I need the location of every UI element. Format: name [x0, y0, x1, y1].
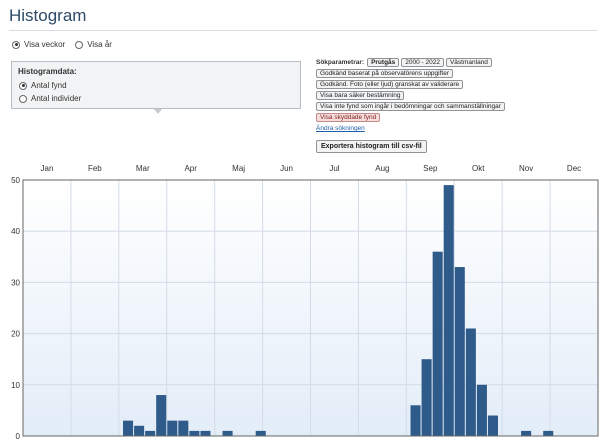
histogram-bar[interactable]: [521, 430, 532, 436]
histogram-bar[interactable]: [167, 420, 178, 436]
radio-show-weeks[interactable]: [12, 40, 20, 49]
chip-approved-photo[interactable]: Godkänd. Foto (eller ljud) granskat av v…: [316, 80, 464, 89]
change-search-link[interactable]: Ändra sökningen: [316, 125, 365, 132]
radio-count-records-label[interactable]: Antal fynd: [31, 81, 67, 90]
histogram-bar[interactable]: [476, 384, 487, 436]
histogram-bar[interactable]: [421, 359, 432, 436]
histogram-bar[interactable]: [410, 405, 421, 436]
option-count-individuals[interactable]: Antal individer: [19, 94, 81, 103]
month-label: Sep: [423, 164, 438, 173]
radio-count-individuals-label[interactable]: Antal individer: [31, 94, 81, 103]
radio-count-records[interactable]: [19, 81, 27, 90]
month-label: Okt: [472, 164, 485, 173]
month-label: Aug: [375, 164, 389, 173]
month-label: Nov: [519, 164, 533, 173]
histogram-bar[interactable]: [134, 425, 145, 436]
histogram-bar[interactable]: [178, 420, 189, 436]
radio-show-years-label[interactable]: Visa år: [87, 40, 112, 49]
search-parameters: Sökparametrar: Prutgås 2000 - 2022 Västm…: [316, 58, 596, 132]
chip-exclude-assessments[interactable]: Visa inte fynd som ingår i bedömningar o…: [316, 102, 505, 111]
histogram-svg: 0 10 20 30 40 50 Jan Feb Mar Apr Maj Jun Jul Aug Sep Ok…: [11, 164, 599, 441]
chip-year-range[interactable]: 2000 - 2022: [401, 58, 444, 67]
title-divider: [9, 30, 597, 31]
y-tick-label: 20: [11, 330, 20, 339]
histogram-bar[interactable]: [123, 420, 134, 436]
histogram-bar[interactable]: [222, 430, 233, 436]
radio-count-individuals[interactable]: [19, 94, 27, 103]
histogram-data-panel: Histogramdata: Antal fynd Antal individe…: [11, 61, 301, 109]
period-selector: Visa veckor Visa år: [12, 40, 118, 49]
y-tick-label: 50: [11, 176, 20, 185]
chip-species[interactable]: Prutgås: [367, 58, 400, 67]
radio-show-weeks-label[interactable]: Visa veckor: [24, 40, 65, 49]
month-label: Maj: [232, 164, 245, 173]
month-label: Jun: [280, 164, 293, 173]
histogram-chart: 0 10 20 30 40 50 Jan Feb Mar Apr Maj Jun Jul Aug Sep Ok…: [0, 158, 603, 444]
chip-certain-id[interactable]: Visa bara säker bestämning: [316, 91, 405, 100]
histogram-data-title: Histogramdata:: [18, 67, 77, 76]
histogram-bar[interactable]: [189, 430, 200, 436]
y-tick-label: 40: [11, 227, 20, 236]
page-title: Histogram: [9, 6, 87, 25]
y-tick-label: 30: [11, 278, 20, 287]
histogram-bar[interactable]: [432, 251, 443, 436]
histogram-bar[interactable]: [454, 267, 465, 436]
option-count-records[interactable]: Antal fynd: [19, 81, 67, 90]
chip-protected-records[interactable]: Visa skyddade fynd: [316, 113, 381, 122]
histogram-bar[interactable]: [487, 415, 498, 436]
month-label: Jul: [329, 164, 339, 173]
chip-approved-observer[interactable]: Godkänd baserat på observatörens uppgift…: [316, 69, 454, 78]
panel-pointer-arrow: [154, 109, 162, 114]
histogram-bar[interactable]: [200, 430, 211, 436]
month-label: Dec: [567, 164, 581, 173]
search-parameters-label: Sökparametrar:: [316, 59, 365, 66]
month-label: Jan: [41, 164, 54, 173]
chip-region[interactable]: Västmanland: [445, 58, 492, 67]
month-label: Feb: [88, 164, 102, 173]
histogram-bar[interactable]: [156, 395, 167, 436]
histogram-bar[interactable]: [145, 430, 156, 436]
month-label: Apr: [184, 164, 197, 173]
histogram-bar[interactable]: [255, 430, 266, 436]
export-csv-button[interactable]: Exportera histogram till csv-fil: [316, 140, 427, 153]
histogram-bar[interactable]: [543, 430, 554, 436]
y-tick-label: 10: [11, 381, 20, 390]
histogram-bar[interactable]: [443, 185, 454, 436]
histogram-bar[interactable]: [465, 328, 476, 436]
month-label: Mar: [136, 164, 150, 173]
radio-show-years[interactable]: [75, 40, 84, 49]
y-tick-label: 0: [16, 432, 21, 441]
